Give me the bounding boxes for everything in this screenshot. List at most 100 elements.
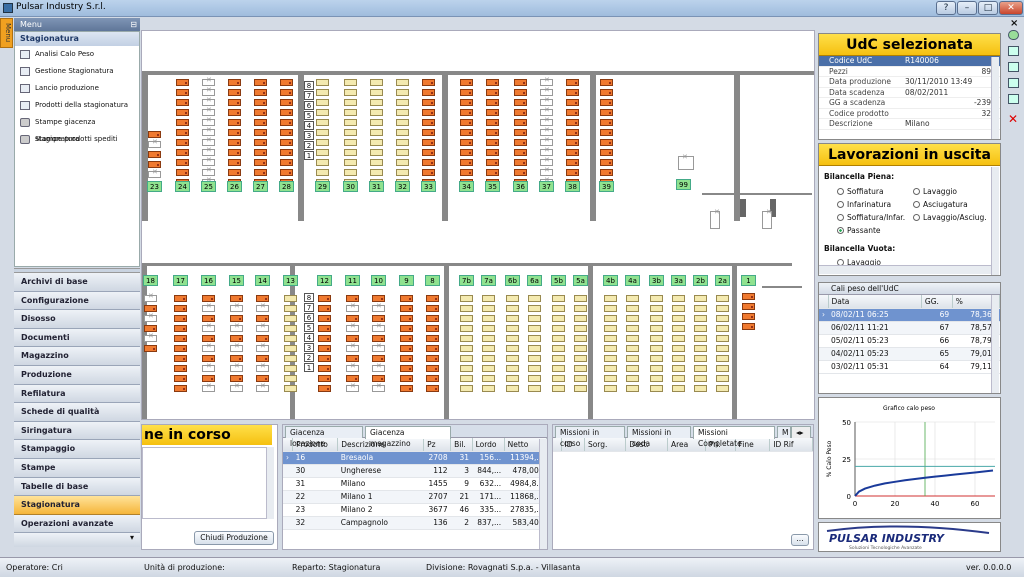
- table-row[interactable]: 31 Milano 1455 9 632... 4984,8...: [283, 477, 547, 491]
- storage-slot[interactable]: [716, 295, 729, 302]
- storage-slot[interactable]: [552, 325, 565, 332]
- storage-slot[interactable]: [460, 375, 473, 382]
- storage-slot[interactable]: [202, 96, 215, 106]
- storage-slot[interactable]: [600, 159, 613, 166]
- storage-slot[interactable]: [174, 345, 187, 352]
- storage-slot[interactable]: [514, 169, 527, 176]
- maximize-button[interactable]: □: [978, 1, 998, 15]
- storage-slot[interactable]: [514, 149, 527, 156]
- storage-slot[interactable]: [372, 335, 385, 342]
- storage-slot[interactable]: [604, 295, 617, 302]
- nav-item[interactable]: Refilatura: [14, 384, 140, 404]
- window-icon[interactable]: [1008, 62, 1019, 72]
- storage-slot[interactable]: [284, 385, 297, 392]
- storage-slot[interactable]: [626, 335, 639, 342]
- storage-slot[interactable]: [346, 295, 359, 302]
- storage-slot[interactable]: [256, 375, 269, 382]
- storage-slot[interactable]: [694, 335, 707, 342]
- storage-slot[interactable]: [566, 169, 579, 176]
- storage-slot[interactable]: [552, 355, 565, 362]
- storage-slot[interactable]: [316, 79, 329, 86]
- storage-slot[interactable]: [650, 325, 663, 332]
- storage-slot[interactable]: [600, 89, 613, 96]
- storage-slot[interactable]: [626, 305, 639, 312]
- storage-slot[interactable]: [228, 119, 241, 126]
- storage-slot[interactable]: [280, 159, 293, 166]
- table-row[interactable]: › 16 Bresaola 2708 31 156... 11394,...: [283, 451, 547, 465]
- menu-side-tab[interactable]: Menu: [0, 18, 13, 48]
- storage-slot[interactable]: [202, 355, 215, 362]
- storage-slot[interactable]: [514, 119, 527, 126]
- storage-slot[interactable]: [144, 305, 157, 312]
- nav-item[interactable]: Schede di qualità: [14, 403, 140, 422]
- storage-slot[interactable]: [202, 342, 215, 352]
- storage-slot[interactable]: [422, 169, 435, 176]
- storage-slot[interactable]: [460, 79, 473, 86]
- giacenza-column-header[interactable]: Pz: [423, 438, 452, 452]
- storage-slot[interactable]: [600, 129, 613, 136]
- nav-overflow-chevron[interactable]: ▾: [14, 533, 140, 548]
- storage-slot[interactable]: [574, 335, 587, 342]
- storage-slot[interactable]: [566, 159, 579, 166]
- storage-slot[interactable]: [528, 295, 541, 302]
- storage-slot[interactable]: [566, 119, 579, 126]
- storage-slot[interactable]: [742, 313, 755, 320]
- lavorazioni-hscrollbar[interactable]: [819, 265, 991, 274]
- storage-slot[interactable]: [650, 335, 663, 342]
- storage-slot[interactable]: [344, 99, 357, 106]
- storage-slot[interactable]: [528, 325, 541, 332]
- storage-slot[interactable]: [400, 325, 413, 332]
- storage-slot[interactable]: [344, 119, 357, 126]
- storage-slot[interactable]: [574, 305, 587, 312]
- storage-slot[interactable]: [144, 292, 157, 302]
- storage-slot[interactable]: [716, 375, 729, 382]
- storage-slot[interactable]: [552, 315, 565, 322]
- storage-slot[interactable]: [486, 129, 499, 136]
- storage-slot[interactable]: [344, 159, 357, 166]
- storage-slot[interactable]: [228, 99, 241, 106]
- nav-item[interactable]: Archivi di base: [14, 273, 140, 292]
- storage-slot[interactable]: [144, 312, 157, 322]
- storage-slot[interactable]: [256, 295, 269, 302]
- storage-slot[interactable]: [460, 315, 473, 322]
- storage-slot[interactable]: [626, 345, 639, 352]
- udc-property-row[interactable]: Data produzione 30/11/2010 13:49: [819, 77, 1000, 88]
- storage-slot[interactable]: [422, 119, 435, 126]
- storage-slot[interactable]: [694, 385, 707, 392]
- storage-slot[interactable]: [372, 322, 385, 332]
- storage-slot[interactable]: [426, 345, 439, 352]
- storage-slot[interactable]: [742, 293, 755, 300]
- storage-slot[interactable]: [672, 355, 685, 362]
- storage-slot[interactable]: [400, 335, 413, 342]
- storage-slot[interactable]: [230, 382, 243, 392]
- storage-slot[interactable]: [280, 119, 293, 126]
- storage-slot[interactable]: [694, 325, 707, 332]
- storage-slot[interactable]: [202, 136, 215, 146]
- storage-slot[interactable]: [506, 305, 519, 312]
- storage-slot[interactable]: [280, 109, 293, 116]
- missioni-tab[interactable]: Missioni in corso: [555, 426, 625, 448]
- storage-slot[interactable]: [540, 86, 553, 96]
- storage-slot[interactable]: [514, 99, 527, 106]
- storage-slot[interactable]: [716, 335, 729, 342]
- table-row[interactable]: 23 Milano 2 3677 46 335... 27835,...: [283, 503, 547, 517]
- storage-slot[interactable]: [460, 355, 473, 362]
- storage-slot[interactable]: [422, 129, 435, 136]
- storage-slot[interactable]: [202, 86, 215, 96]
- storage-slot[interactable]: [482, 335, 495, 342]
- table-row[interactable]: 22 Milano 1 2707 21 171... 11868,...: [283, 490, 547, 504]
- storage-slot[interactable]: [176, 119, 189, 126]
- close-window-button[interactable]: ✕: [999, 1, 1023, 15]
- storage-slot[interactable]: [280, 149, 293, 156]
- storage-slot[interactable]: [396, 119, 409, 126]
- storage-slot[interactable]: [422, 89, 435, 96]
- storage-slot[interactable]: [514, 159, 527, 166]
- storage-slot[interactable]: [460, 109, 473, 116]
- storage-slot[interactable]: [202, 335, 215, 342]
- storage-slot[interactable]: [254, 99, 267, 106]
- storage-slot[interactable]: [716, 345, 729, 352]
- storage-slot[interactable]: [482, 385, 495, 392]
- storage-slot[interactable]: [280, 79, 293, 86]
- storage-slot[interactable]: [486, 119, 499, 126]
- layers-icon[interactable]: [1008, 78, 1019, 88]
